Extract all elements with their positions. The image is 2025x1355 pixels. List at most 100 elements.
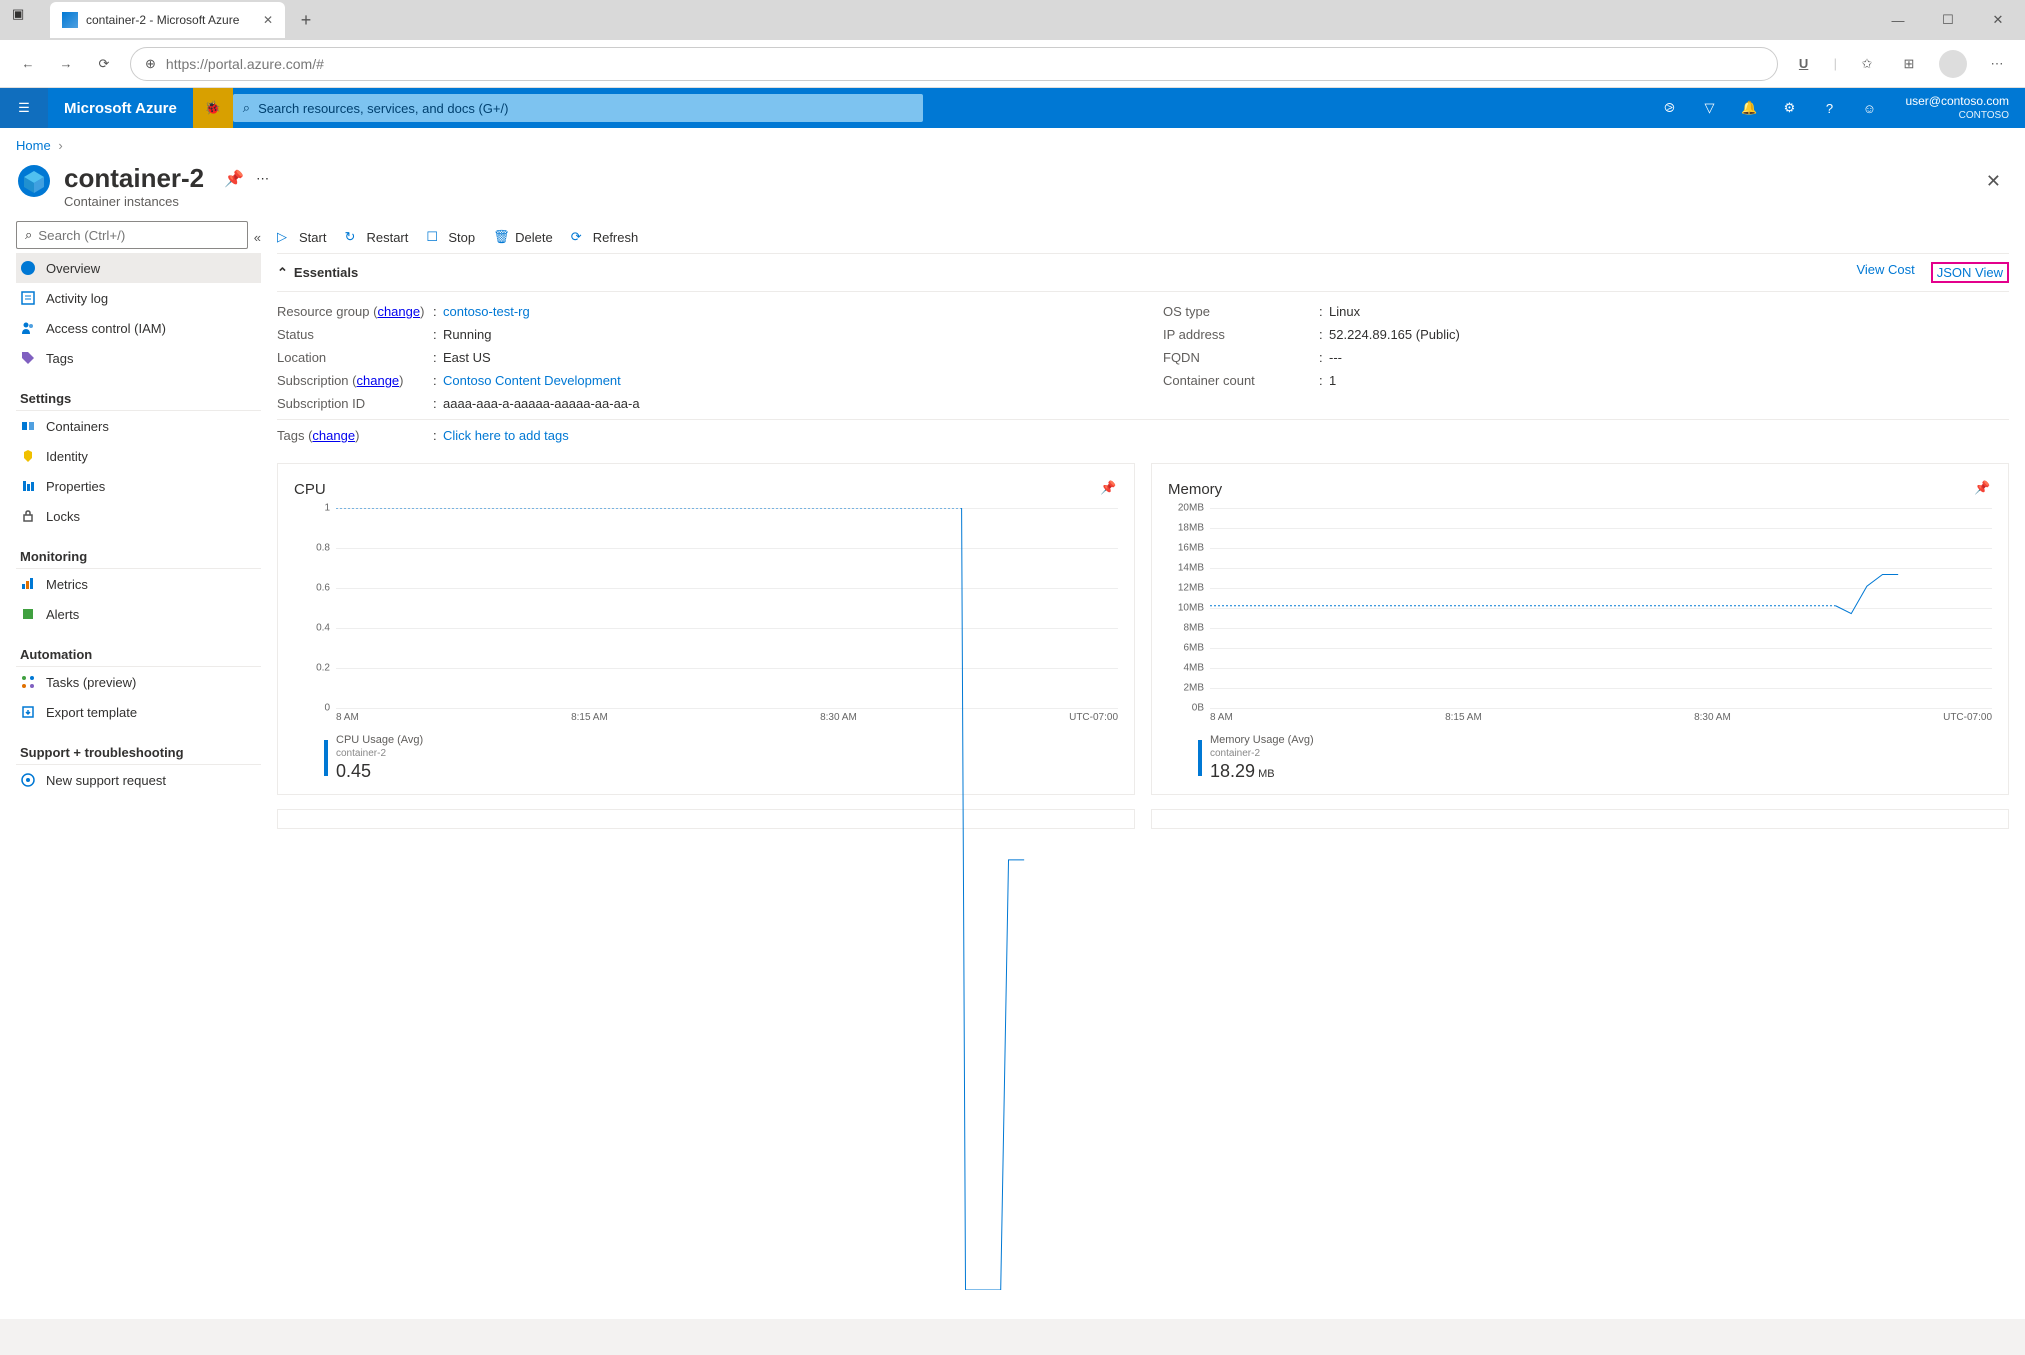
tab-title: container-2 - Microsoft Azure: [86, 13, 239, 27]
change-tags-link[interactable]: change: [312, 428, 355, 443]
url-text: https://portal.azure.com/#: [166, 56, 324, 72]
nav-group-support: Support + troubleshooting: [16, 735, 261, 765]
notifications-icon[interactable]: 🔔: [1729, 88, 1769, 128]
profile-avatar[interactable]: [1939, 50, 1967, 78]
essentials-grid: Resource group (change):contoso-test-rg …: [277, 292, 2009, 419]
play-icon: ▷: [277, 229, 293, 245]
close-blade-button[interactable]: ✕: [1978, 163, 2009, 200]
add-tags-link[interactable]: Click here to add tags: [443, 428, 569, 443]
close-window-button[interactable]: ✕: [1983, 5, 2013, 35]
nav-item-metrics[interactable]: Metrics: [16, 569, 261, 599]
menu-icon[interactable]: ⋯: [1985, 52, 2009, 76]
alerts-icon: [20, 606, 36, 622]
restart-button[interactable]: ↻Restart: [344, 229, 408, 245]
azure-logo[interactable]: Microsoft Azure: [48, 100, 193, 117]
change-sub-link[interactable]: change: [357, 373, 400, 388]
user-email: user@contoso.com: [1905, 94, 2009, 110]
breadcrumb-home[interactable]: Home: [16, 138, 51, 153]
favorites-icon[interactable]: ✩: [1855, 52, 1879, 76]
json-view-link[interactable]: JSON View: [1931, 262, 2009, 283]
collapse-nav-icon[interactable]: «: [254, 230, 261, 245]
support-icon: [20, 772, 36, 788]
nav-item-alerts[interactable]: Alerts: [16, 599, 261, 629]
charts-row: CPU📌10.80.60.40.208 AM8:15 AM8:30 AMUTC-…: [277, 463, 2009, 795]
settings-icon[interactable]: ⚙: [1769, 88, 1809, 128]
refresh-button[interactable]: ⟳Refresh: [571, 229, 639, 245]
browser-chrome: ▣ container-2 - Microsoft Azure ✕ + — ☐ …: [0, 0, 2025, 88]
chevron-right-icon: ›: [58, 138, 62, 153]
activity-log-icon: [20, 290, 36, 306]
chart-card-cpu: CPU📌10.80.60.40.208 AM8:15 AM8:30 AMUTC-…: [277, 463, 1135, 795]
resource-nav: ⌕ « Overview Activity log Access control…: [16, 221, 261, 829]
tasks-icon: [20, 674, 36, 690]
change-rg-link[interactable]: change: [377, 304, 420, 319]
locks-icon: [20, 508, 36, 524]
nav-item-identity[interactable]: Identity: [16, 441, 261, 471]
new-tab-button[interactable]: +: [291, 5, 321, 35]
refresh-button[interactable]: ⟳: [92, 52, 116, 76]
search-icon: ⌕: [243, 100, 250, 116]
metrics-icon: [20, 576, 36, 592]
resource-title: container-2: [64, 163, 204, 194]
azure-search-input[interactable]: [258, 101, 913, 116]
azure-search[interactable]: ⌕: [233, 94, 923, 122]
browser-tab[interactable]: container-2 - Microsoft Azure ✕: [50, 2, 285, 38]
delete-icon: 🗑: [493, 229, 509, 245]
start-button[interactable]: ▷Start: [277, 229, 326, 245]
nav-item-containers[interactable]: Containers: [16, 411, 261, 441]
stop-button[interactable]: ☐Stop: [426, 229, 475, 245]
collections-icon[interactable]: ⊞: [1897, 52, 1921, 76]
hamburger-menu[interactable]: ☰: [0, 88, 48, 128]
tab-strip: ▣ container-2 - Microsoft Azure ✕ + — ☐ …: [0, 0, 2025, 40]
forward-button[interactable]: →: [54, 52, 78, 76]
azure-header: ☰ Microsoft Azure 🐞 ⌕ ⧁ ▽ 🔔 ⚙ ? ☺ user@c…: [0, 88, 2025, 128]
user-org: CONTOSO: [1905, 109, 2009, 122]
url-bar[interactable]: ⊕ https://portal.azure.com/#: [130, 47, 1778, 81]
delete-button[interactable]: 🗑Delete: [493, 229, 553, 245]
view-cost-link[interactable]: View Cost: [1856, 262, 1914, 283]
chart-card-memory: Memory📌20MB18MB16MB14MB12MB10MB8MB6MB4MB…: [1151, 463, 2009, 795]
properties-icon: [20, 478, 36, 494]
feedback-icon[interactable]: ☺: [1849, 88, 1889, 128]
extension-icon[interactable]: U: [1792, 52, 1816, 76]
restart-icon: ↻: [344, 229, 360, 245]
close-tab-icon[interactable]: ✕: [263, 13, 273, 27]
nav-item-tasks[interactable]: Tasks (preview): [16, 667, 261, 697]
essentials-bar: ⌃ Essentials View Cost JSON View: [277, 254, 2009, 292]
chart-title: CPU: [294, 481, 326, 498]
sub-link[interactable]: Contoso Content Development: [443, 373, 621, 388]
nav-item-activity-log[interactable]: Activity log: [16, 283, 261, 313]
refresh-icon: ⟳: [571, 229, 587, 245]
more-icon[interactable]: ⋯: [256, 171, 269, 187]
maximize-button[interactable]: ☐: [1933, 5, 1963, 35]
essentials-toggle[interactable]: ⌃ Essentials: [277, 265, 358, 281]
nav-group-settings: Settings: [16, 381, 261, 411]
cloud-shell-icon[interactable]: ⧁: [1649, 88, 1689, 128]
chevron-up-icon: ⌃: [277, 265, 288, 281]
site-info-icon[interactable]: ⊕: [145, 56, 156, 72]
nav-item-overview[interactable]: Overview: [16, 253, 261, 283]
nav-group-monitoring: Monitoring: [16, 539, 261, 569]
azure-account[interactable]: user@contoso.com CONTOSO: [1889, 94, 2025, 123]
nav-item-new-support-request[interactable]: New support request: [16, 765, 261, 795]
nav-item-access-control[interactable]: Access control (IAM): [16, 313, 261, 343]
breadcrumb: Home ›: [0, 128, 2025, 163]
minimize-button[interactable]: —: [1883, 5, 1913, 35]
pin-icon[interactable]: 📌: [1100, 480, 1118, 498]
preview-badge-icon[interactable]: 🐞: [193, 88, 233, 128]
nav-item-tags[interactable]: Tags: [16, 343, 261, 373]
nav-item-export-template[interactable]: Export template: [16, 697, 261, 727]
help-icon[interactable]: ?: [1809, 88, 1849, 128]
nav-item-properties[interactable]: Properties: [16, 471, 261, 501]
pin-icon[interactable]: 📌: [1974, 480, 1992, 498]
directory-filter-icon[interactable]: ▽: [1689, 88, 1729, 128]
rg-link[interactable]: contoso-test-rg: [443, 304, 530, 319]
nav-item-locks[interactable]: Locks: [16, 501, 261, 531]
overview-icon: [20, 260, 36, 276]
nav-search-input[interactable]: [38, 228, 238, 243]
container-instances-icon: [16, 163, 52, 199]
pin-icon[interactable]: 📌: [224, 169, 244, 189]
identity-icon: [20, 448, 36, 464]
back-button[interactable]: ←: [16, 52, 40, 76]
chart-title: Memory: [1168, 481, 1222, 498]
